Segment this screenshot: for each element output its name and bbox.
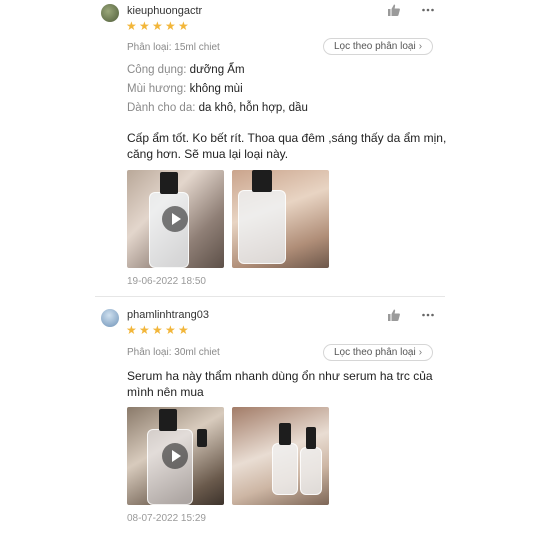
star-rating: ★ ★ ★ ★ ★ [126,323,189,337]
attribute-value: dưỡng Ẩm [189,64,245,76]
attribute-key: Dành cho da: [127,102,196,114]
variant-label: Phân loại: 15ml chiet [127,42,220,53]
star-icon: ★ [178,323,189,337]
more-dots-icon[interactable] [421,3,435,17]
play-icon[interactable] [162,443,188,469]
star-icon: ★ [152,19,163,33]
review-card: phamlinhtrang03 ★ ★ ★ ★ ★ Phân loại: 30m… [0,300,533,533]
username[interactable]: kieuphuongactr [127,5,202,17]
avatar[interactable] [101,309,119,327]
chevron-right-icon: › [418,41,423,52]
avatar[interactable] [101,4,119,22]
review-card: kieuphuongactr ★ ★ ★ ★ ★ Phân loại: 15ml… [0,0,533,296]
attribute-key: Công dụng: [127,64,187,76]
attribute-row: Dành cho da: da khô, hỗn hợp, dầu [127,102,308,114]
review-video-thumbnail[interactable] [127,170,224,268]
review-photo-thumbnail[interactable] [232,407,329,505]
review-comment: Cấp ẩm tốt. Ko bết rít. Thoa qua đêm ,sá… [127,131,447,161]
attribute-row: Công dụng: dưỡng Ẩm [127,64,245,76]
filter-label: Lọc theo phân loại [333,41,416,52]
username[interactable]: phamlinhtrang03 [127,309,209,321]
star-icon: ★ [126,323,137,337]
chevron-right-icon: › [418,347,423,358]
variant-label: Phân loại: 30ml chiet [127,347,220,358]
review-comment: Serum ha này thẩm nhanh dùng ổn như seru… [127,369,433,399]
review-photo-thumbnail[interactable] [232,170,329,268]
star-icon: ★ [126,19,137,33]
attribute-value: da khô, hỗn hợp, dầu [198,102,308,114]
more-dots-icon[interactable] [421,308,435,322]
star-icon: ★ [165,19,176,33]
thumbs-up-icon[interactable] [387,3,401,17]
review-date: 19-06-2022 18:50 [127,276,206,287]
star-rating: ★ ★ ★ ★ ★ [126,19,189,33]
star-icon: ★ [178,19,189,33]
attribute-value: không mùi [189,83,243,95]
filter-by-variant-button[interactable]: Lọc theo phân loại › [323,344,433,361]
star-icon: ★ [165,323,176,337]
play-icon[interactable] [162,206,188,232]
review-divider [95,296,445,297]
review-video-thumbnail[interactable] [127,407,224,505]
attribute-key: Mùi hương: [127,83,187,95]
filter-by-variant-button[interactable]: Lọc theo phân loại › [323,38,433,55]
attribute-row: Mùi hương: không mùi [127,83,243,95]
star-icon: ★ [139,19,150,33]
thumbs-up-icon[interactable] [387,308,401,322]
review-date: 08-07-2022 15:29 [127,513,206,524]
star-icon: ★ [139,323,150,337]
filter-label: Lọc theo phân loại [333,347,416,358]
star-icon: ★ [152,323,163,337]
